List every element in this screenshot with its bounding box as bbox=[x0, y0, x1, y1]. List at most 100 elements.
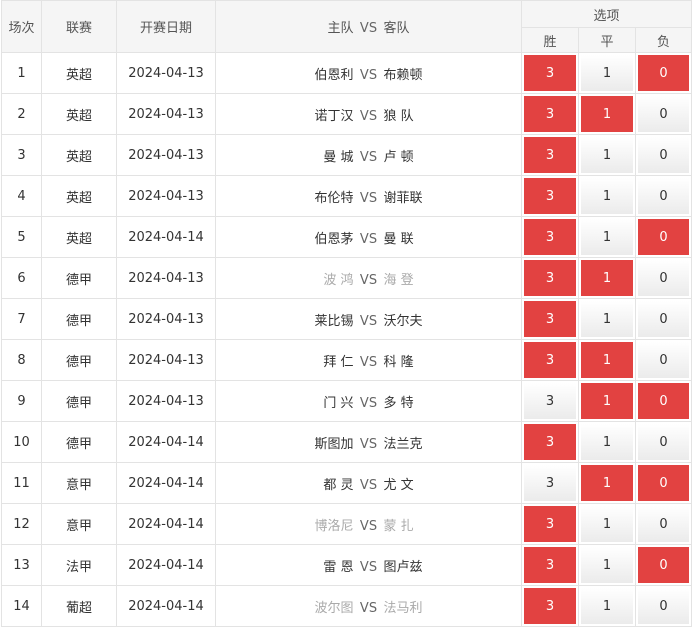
option-lose-cell: 0 bbox=[634, 175, 693, 217]
away-team: 图卢兹 bbox=[383, 559, 423, 575]
home-team: 雷 恩 bbox=[323, 559, 354, 575]
option-lose-button[interactable]: 0 bbox=[638, 137, 690, 173]
option-draw-button[interactable]: 1 bbox=[581, 465, 633, 501]
league-name: 意甲 bbox=[41, 503, 117, 545]
option-draw-button[interactable]: 1 bbox=[581, 588, 633, 624]
option-draw-cell: 1 bbox=[578, 462, 636, 504]
round-number: 5 bbox=[1, 216, 42, 258]
option-win-cell: 3 bbox=[521, 585, 579, 627]
round-number: 1 bbox=[1, 52, 42, 94]
option-win-button[interactable]: 3 bbox=[524, 137, 576, 173]
match-teams: 莱比锡 VS 沃尔夫 bbox=[215, 298, 522, 340]
option-lose-button[interactable]: 0 bbox=[638, 506, 690, 542]
option-draw-button[interactable]: 1 bbox=[581, 301, 633, 337]
league-name: 英超 bbox=[41, 216, 117, 258]
option-win-button[interactable]: 3 bbox=[524, 55, 576, 91]
option-win-button[interactable]: 3 bbox=[524, 588, 576, 624]
home-team: 波 鸿 bbox=[323, 272, 354, 288]
vs-label: VS bbox=[359, 313, 378, 329]
option-draw-button[interactable]: 1 bbox=[581, 383, 633, 419]
match-teams: 门 兴 VS 多 特 bbox=[215, 380, 522, 422]
option-win-button[interactable]: 3 bbox=[524, 96, 576, 132]
header-draw: 平 bbox=[578, 27, 636, 53]
option-draw-button[interactable]: 1 bbox=[581, 55, 633, 91]
home-team: 波尔图 bbox=[314, 600, 354, 616]
option-win-button[interactable]: 3 bbox=[524, 506, 576, 542]
option-draw-button[interactable]: 1 bbox=[581, 260, 633, 296]
table-row: 2 英超 2024-04-13 诺丁汉 VS 狼 队 310 bbox=[1, 93, 693, 135]
option-win-button[interactable]: 3 bbox=[524, 465, 576, 501]
match-date: 2024-04-14 bbox=[116, 503, 216, 545]
option-win-button[interactable]: 3 bbox=[524, 547, 576, 583]
option-draw-cell: 1 bbox=[578, 257, 636, 299]
option-win-button[interactable]: 3 bbox=[524, 342, 576, 378]
vs-label: VS bbox=[359, 67, 378, 83]
table-row: 10 德甲 2024-04-14 斯图加 VS 法兰克 3 1 0 bbox=[1, 421, 693, 463]
option-lose-button[interactable]: 0 bbox=[638, 383, 690, 419]
match-teams: 曼 城 VS 卢 顿 bbox=[215, 134, 522, 176]
option-draw-cell: 1 bbox=[578, 52, 636, 94]
option-lose-button[interactable]: 0 bbox=[638, 301, 690, 337]
option-draw-button[interactable]: 1 bbox=[581, 342, 633, 378]
option-lose-cell: 0 bbox=[634, 52, 693, 94]
option-draw-button[interactable]: 1 bbox=[581, 547, 633, 583]
option-win-button[interactable]: 3 bbox=[524, 219, 576, 255]
option-lose-button[interactable]: 0 bbox=[638, 588, 690, 624]
round-number: 12 bbox=[1, 503, 42, 545]
match-date: 2024-04-13 bbox=[116, 298, 216, 340]
option-lose-button[interactable]: 0 bbox=[638, 96, 690, 132]
league-name: 英超 bbox=[41, 52, 117, 94]
option-lose-button[interactable]: 0 bbox=[638, 547, 690, 583]
away-team: 蒙 扎 bbox=[383, 518, 414, 534]
home-team: 门 兴 bbox=[323, 395, 354, 411]
option-draw-button[interactable]: 1 bbox=[581, 96, 633, 132]
option-lose-cell: 0 bbox=[634, 380, 693, 422]
home-team: 诺丁汉 bbox=[314, 108, 354, 124]
option-draw-cell: 1 bbox=[578, 93, 636, 135]
option-lose-button[interactable]: 0 bbox=[638, 424, 690, 460]
match-teams: 伯恩茅 VS 曼 联 bbox=[215, 216, 522, 258]
round-number: 6 bbox=[1, 257, 42, 299]
table-row: 11 意甲 2024-04-14 都 灵 VS 尤 文 310 bbox=[1, 462, 693, 504]
match-date: 2024-04-13 bbox=[116, 257, 216, 299]
match-teams: 斯图加 VS 法兰克 bbox=[215, 421, 522, 463]
option-win-button[interactable]: 3 bbox=[524, 301, 576, 337]
option-lose-button[interactable]: 0 bbox=[638, 465, 690, 501]
option-win-cell: 3 bbox=[521, 421, 579, 463]
away-team: 卢 顿 bbox=[383, 149, 414, 165]
home-team: 伯恩茅 bbox=[314, 231, 354, 247]
option-draw-button[interactable]: 1 bbox=[581, 506, 633, 542]
option-win-button[interactable]: 3 bbox=[524, 424, 576, 460]
option-draw-button[interactable]: 1 bbox=[581, 219, 633, 255]
away-team: 谢菲联 bbox=[383, 190, 423, 206]
round-number: 4 bbox=[1, 175, 42, 217]
table-row: 14 葡超 2024-04-14 波尔图 VS 法马利 3 1 0 bbox=[1, 585, 693, 627]
match-teams: 拜 仁 VS 科 隆 bbox=[215, 339, 522, 381]
option-lose-button[interactable]: 0 bbox=[638, 219, 690, 255]
match-date: 2024-04-13 bbox=[116, 380, 216, 422]
league-name: 英超 bbox=[41, 93, 117, 135]
option-draw-button[interactable]: 1 bbox=[581, 424, 633, 460]
option-lose-cell: 0 bbox=[634, 216, 693, 258]
option-lose-button[interactable]: 0 bbox=[638, 342, 690, 378]
round-number: 9 bbox=[1, 380, 42, 422]
round-number: 13 bbox=[1, 544, 42, 586]
option-draw-button[interactable]: 1 bbox=[581, 178, 633, 214]
header-vs: VS bbox=[359, 21, 378, 36]
option-win-button[interactable]: 3 bbox=[524, 383, 576, 419]
option-win-cell: 3 bbox=[521, 339, 579, 381]
match-date: 2024-04-14 bbox=[116, 216, 216, 258]
round-number: 14 bbox=[1, 585, 42, 627]
vs-label: VS bbox=[359, 190, 378, 206]
option-win-button[interactable]: 3 bbox=[524, 178, 576, 214]
option-lose-button[interactable]: 0 bbox=[638, 55, 690, 91]
match-date: 2024-04-13 bbox=[116, 134, 216, 176]
option-lose-button[interactable]: 0 bbox=[638, 260, 690, 296]
option-win-button[interactable]: 3 bbox=[524, 260, 576, 296]
league-name: 德甲 bbox=[41, 421, 117, 463]
option-lose-button[interactable]: 0 bbox=[638, 178, 690, 214]
table-row: 13 法甲 2024-04-14 雷 恩 VS 图卢兹 3 1 0 bbox=[1, 544, 693, 586]
option-draw-button[interactable]: 1 bbox=[581, 137, 633, 173]
home-team: 拜 仁 bbox=[323, 354, 354, 370]
table-row: 3 英超 2024-04-13 曼 城 VS 卢 顿310 bbox=[1, 134, 693, 176]
